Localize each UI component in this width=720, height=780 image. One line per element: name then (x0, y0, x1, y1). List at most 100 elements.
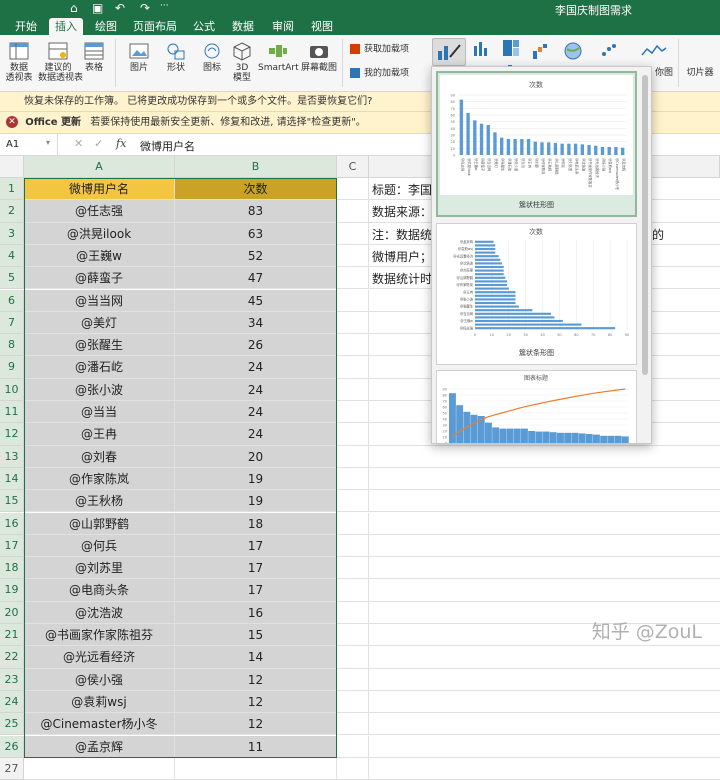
cell-user[interactable]: @刘春 (24, 445, 175, 468)
header-cell-count[interactable]: 次数 (175, 178, 337, 201)
cancel-icon[interactable]: ✕ (74, 137, 83, 150)
confirm-icon[interactable]: ✓ (94, 137, 103, 150)
row-header[interactable]: 25 (0, 713, 24, 736)
row-header[interactable]: 2 (0, 200, 24, 223)
cell-empty[interactable] (337, 445, 369, 468)
column-chart-button[interactable] (470, 38, 492, 61)
row-header[interactable]: 4 (0, 244, 24, 268)
pivot-table-button[interactable]: 数据 透视表 (4, 41, 34, 83)
tab-formulas[interactable]: 公式 (188, 18, 220, 35)
screenshot-button[interactable]: 屏幕截图 (300, 41, 338, 73)
cell-count[interactable]: 17 (175, 579, 337, 602)
cell-user[interactable]: @孟京辉 (24, 735, 175, 758)
cell-user[interactable]: @张小波 (24, 378, 175, 401)
cell-user[interactable]: @美灯 (24, 311, 175, 335)
pictures-button[interactable]: 图片 (124, 41, 154, 73)
home-icon[interactable]: ⌂ (70, 1, 78, 15)
row-header[interactable]: 12 (0, 423, 24, 446)
save-icon[interactable]: ▣ (92, 1, 103, 15)
cell-count[interactable]: 26 (175, 334, 337, 357)
cell-count[interactable]: 12 (175, 713, 337, 736)
row-header[interactable]: 18 (0, 557, 24, 580)
cell-count[interactable]: 83 (175, 200, 337, 223)
cell-empty[interactable] (337, 512, 369, 535)
3d-model-button[interactable]: 3D 模型 (228, 41, 256, 83)
column-header-b[interactable]: B (175, 156, 337, 178)
cell-empty[interactable] (337, 557, 369, 580)
get-addins-button[interactable]: 获取加载项 (350, 44, 412, 55)
cell-count[interactable]: 24 (175, 423, 337, 446)
pareto-option[interactable]: 图表标题 0 10 20 30 40 50 60 70 80 90 (436, 370, 637, 443)
cell-count[interactable]: 12 (175, 690, 337, 714)
tab-draw[interactable]: 绘图 (88, 18, 124, 35)
tab-page-layout[interactable]: 页面布局 (130, 18, 180, 35)
more-icon[interactable]: ··· (160, 1, 169, 11)
cell-empty[interactable] (337, 178, 369, 201)
cell-empty[interactable] (337, 646, 369, 669)
cell-empty[interactable] (24, 757, 175, 780)
cell-empty[interactable] (369, 513, 720, 535)
cell-empty[interactable] (369, 646, 720, 669)
undo-icon[interactable]: ↶ (115, 1, 125, 15)
column-header-a[interactable]: A (24, 156, 175, 178)
row-header[interactable]: 27 (0, 757, 24, 780)
tab-review[interactable]: 审阅 (267, 18, 299, 35)
cell-count[interactable]: 24 (175, 401, 337, 424)
row-header[interactable]: 17 (0, 534, 24, 558)
waterfall-chart-button[interactable] (530, 41, 552, 64)
cell-user[interactable]: @张醒生 (24, 334, 175, 357)
cell-count[interactable]: 34 (175, 311, 337, 335)
cell-count[interactable]: 18 (175, 512, 337, 535)
cell-count[interactable]: 11 (175, 735, 337, 758)
cell-empty[interactable] (369, 446, 720, 468)
cell-empty[interactable] (369, 490, 720, 513)
cell-empty[interactable] (337, 579, 369, 602)
select-all-corner[interactable] (0, 156, 24, 178)
name-box-dropdown-icon[interactable]: ▾ (46, 138, 50, 147)
cell-empty[interactable] (337, 757, 369, 780)
shapes-button[interactable]: 形状 (160, 41, 192, 73)
row-header[interactable]: 14 (0, 467, 24, 491)
row-header[interactable]: 9 (0, 356, 24, 379)
hierarchy-chart-button[interactable] (500, 38, 522, 61)
cell-empty[interactable] (337, 668, 369, 691)
cell-user[interactable]: @当当 (24, 401, 175, 424)
column-header-c[interactable]: C (337, 156, 369, 178)
cell-user[interactable]: @Cinemaster杨小冬 (24, 713, 175, 736)
cell-count[interactable]: 24 (175, 356, 337, 379)
scatter-chart-button[interactable] (598, 41, 620, 64)
cell-empty[interactable] (337, 490, 369, 513)
recommended-charts-button[interactable] (432, 38, 466, 66)
row-header[interactable]: 16 (0, 512, 24, 535)
row-header[interactable]: 11 (0, 401, 24, 424)
cell-empty[interactable] (337, 534, 369, 558)
recovery-message[interactable]: 恢复未保存的工作簿。 已将更改成功保存到一个或多个文件。是否要恢复它们? (24, 96, 373, 107)
row-header[interactable]: 21 (0, 624, 24, 647)
clustered-column-option[interactable]: 次数 0 10 20 30 40 50 60 70 80 90 @任志强 @洪晃ilook @王巍w @薛蛮… (436, 71, 637, 217)
close-icon[interactable]: ✕ (6, 116, 18, 128)
row-header[interactable]: 6 (0, 289, 24, 312)
cell-empty[interactable] (369, 535, 720, 558)
cell-user[interactable]: @薛蛮子 (24, 267, 175, 290)
row-header[interactable]: 5 (0, 267, 24, 290)
cell-count[interactable]: 24 (175, 378, 337, 401)
cell-empty[interactable] (337, 222, 369, 245)
tab-insert[interactable]: 插入 (49, 18, 83, 35)
function-icon[interactable]: fx (116, 137, 126, 150)
cell-empty[interactable] (337, 713, 369, 736)
cell-empty[interactable] (369, 557, 720, 580)
cell-count[interactable]: 15 (175, 624, 337, 647)
cell-empty[interactable] (369, 691, 720, 714)
cell-count[interactable]: 12 (175, 668, 337, 691)
cell-user[interactable]: @书画家作家陈祖芬 (24, 624, 175, 647)
cell-empty[interactable] (337, 334, 369, 357)
cell-empty[interactable] (175, 757, 337, 780)
cell-empty[interactable] (369, 758, 720, 780)
cell-user[interactable]: @沈浩波 (24, 601, 175, 624)
cell-user[interactable]: @洪晃ilook (24, 222, 175, 245)
cell-empty[interactable] (337, 690, 369, 714)
cell-user[interactable]: @袁莉wsj (24, 690, 175, 714)
my-addins-button[interactable]: 我的加载项 (350, 68, 412, 79)
row-header[interactable]: 15 (0, 490, 24, 513)
cell-empty[interactable] (369, 669, 720, 691)
